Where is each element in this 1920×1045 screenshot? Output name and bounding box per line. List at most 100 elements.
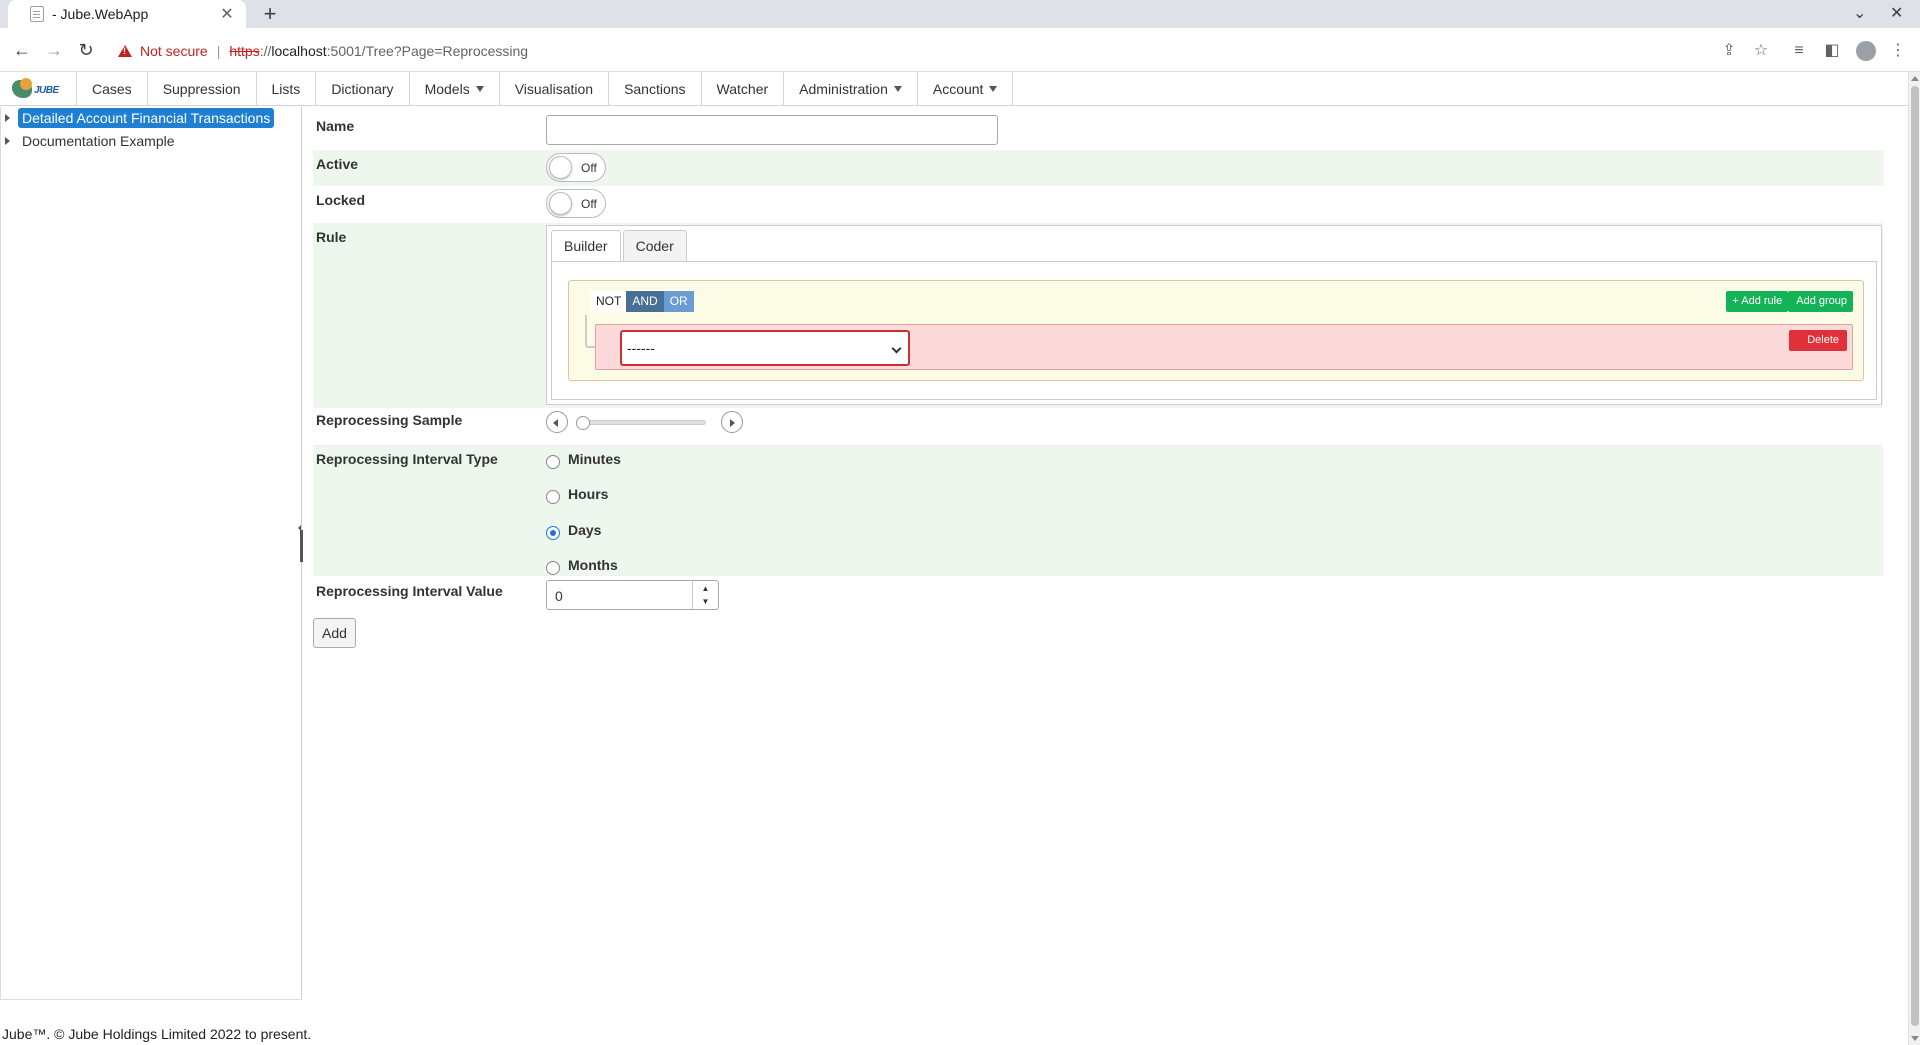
menu-label: Watcher [716,81,769,97]
reprocessing-sample-row: Reprocessing Sample [313,410,1883,440]
address-bar[interactable]: Not secure | https :// localhost :5001/T… [110,36,528,66]
url-host: localhost [271,43,327,59]
tab-builder[interactable]: Builder [551,230,621,262]
menu-item-cases[interactable]: Cases [76,72,148,106]
radio-hours[interactable]: Hours [546,484,608,504]
menu-label: Visualisation [514,81,594,97]
radio-button[interactable] [546,561,560,575]
security-label[interactable]: Not secure [140,43,208,59]
name-input[interactable] [546,115,998,145]
slider-increase-icon[interactable] [721,411,743,433]
scrollbar-thumb[interactable] [1911,86,1919,1026]
profile-avatar-icon[interactable] [1855,40,1877,62]
locked-toggle[interactable]: Off [546,189,606,218]
page-scrollbar[interactable] [1908,72,1920,1045]
rule-row: Rule Builder Coder NOT AND OR + Add rule… [313,223,1883,408]
menu-item-watcher[interactable]: Watcher [702,72,785,106]
menu-label: Cases [92,81,132,97]
expand-arrow-icon[interactable] [5,114,10,122]
url-scheme: https [229,43,260,59]
panel-splitter[interactable] [298,525,303,562]
rule-tabs: Builder Coder [551,230,689,262]
logo-mark-icon [12,78,32,98]
interval-type-label: Reprocessing Interval Type [316,451,498,467]
radio-months[interactable]: Months [546,555,618,575]
not-toggle[interactable]: NOT [591,291,627,312]
window-close-icon[interactable]: ✕ [1890,3,1903,23]
logo-text: JUBE [34,85,59,96]
menu-label: Suppression [162,81,241,97]
forward-icon[interactable]: → [42,38,66,62]
model-tree: Detailed Account Financial Transactions … [0,107,302,1000]
radio-minutes[interactable]: Minutes [546,449,621,469]
app-navbar: JUBE Cases Suppression Lists Dictionary … [0,72,1908,106]
reprocessing-sample-slider[interactable] [546,410,746,434]
caret-down-icon [475,86,484,92]
active-toggle-state: Off [581,161,597,175]
menu-label: Lists [271,81,301,97]
tree-node-label[interactable]: Detailed Account Financial Transactions [18,108,275,128]
share-icon[interactable]: ⇪ [1718,40,1740,62]
tree-node[interactable]: Documentation Example [5,130,179,152]
rule-label: Rule [316,229,347,245]
omnibox-separator: | [216,43,221,59]
name-label: Name [316,118,355,134]
menu-item-visualisation[interactable]: Visualisation [500,72,610,106]
interval-value-row: Reprocessing Interval Value 0 ▲ ▼ [313,578,1883,612]
side-panel-icon[interactable]: ◧ [1821,40,1843,62]
add-group-button[interactable]: Add group [1788,291,1853,312]
add-button[interactable]: Add [313,618,356,648]
menu-item-dictionary[interactable]: Dictionary [316,72,410,106]
or-condition-button[interactable]: OR [663,291,694,312]
caret-down-icon [989,86,998,92]
spinner-arrows-icon[interactable]: ▲ ▼ [692,581,718,609]
radio-button[interactable] [546,455,560,469]
interval-value: 0 [555,588,563,604]
interval-value-input[interactable]: 0 ▲ ▼ [546,580,719,610]
group-conditions: NOT AND OR [591,291,694,312]
reading-list-icon[interactable]: ≡ [1788,40,1810,62]
bookmark-star-icon[interactable]: ☆ [1750,40,1772,62]
menu-item-models[interactable]: Models [410,72,500,106]
close-tab-icon[interactable]: ✕ [218,4,236,24]
menu-label: Account [932,81,984,97]
jube-logo[interactable]: JUBE [8,76,72,102]
menu-item-sanctions[interactable]: Sanctions [609,72,702,106]
toggle-knob [549,192,572,215]
interval-type-row: Reprocessing Interval Type Minutes Hours… [313,445,1883,576]
radio-button[interactable] [546,490,560,504]
active-toggle[interactable]: Off [546,153,606,182]
menu-item-account[interactable]: Account [918,72,1014,106]
menu-label: Administration [799,81,888,97]
slider-thumb[interactable] [576,416,590,430]
scroll-down-icon[interactable] [1911,1036,1919,1041]
menu-item-lists[interactable]: Lists [257,72,317,106]
tree-node[interactable]: Detailed Account Financial Transactions [5,107,275,129]
scroll-up-icon[interactable] [1911,76,1919,81]
active-row: Active Off [313,150,1883,186]
menu-item-administration[interactable]: Administration [784,72,918,106]
tree-node-label[interactable]: Documentation Example [18,131,179,151]
add-rule-button[interactable]: + Add rule [1726,291,1789,312]
toggle-knob [549,156,572,179]
radio-button[interactable] [546,526,560,540]
tab-coder[interactable]: Coder [622,230,687,262]
expand-arrow-icon[interactable] [5,137,10,145]
page-favicon-icon [30,6,44,22]
locked-label: Locked [316,192,366,208]
main-menu: Cases Suppression Lists Dictionary Model… [76,72,1014,106]
back-icon[interactable]: ← [10,38,34,62]
browser-tab-strip: - Jube.WebApp ✕ + ⌄ ✕ [0,0,1920,28]
new-tab-button[interactable]: + [258,2,282,26]
browser-tab[interactable]: - Jube.WebApp ✕ [8,0,246,28]
slider-track[interactable] [576,420,706,425]
interval-value-label: Reprocessing Interval Value [316,583,503,599]
slider-decrease-icon[interactable] [546,411,568,433]
browser-menu-icon[interactable]: ⋮ [1887,40,1909,62]
and-condition-button[interactable]: AND [626,291,664,312]
reload-icon[interactable]: ↻ [74,38,98,62]
menu-label: Models [424,81,470,97]
tab-search-icon[interactable]: ⌄ [1853,3,1866,23]
radio-days[interactable]: Days [546,520,601,540]
menu-item-suppression[interactable]: Suppression [148,72,257,106]
